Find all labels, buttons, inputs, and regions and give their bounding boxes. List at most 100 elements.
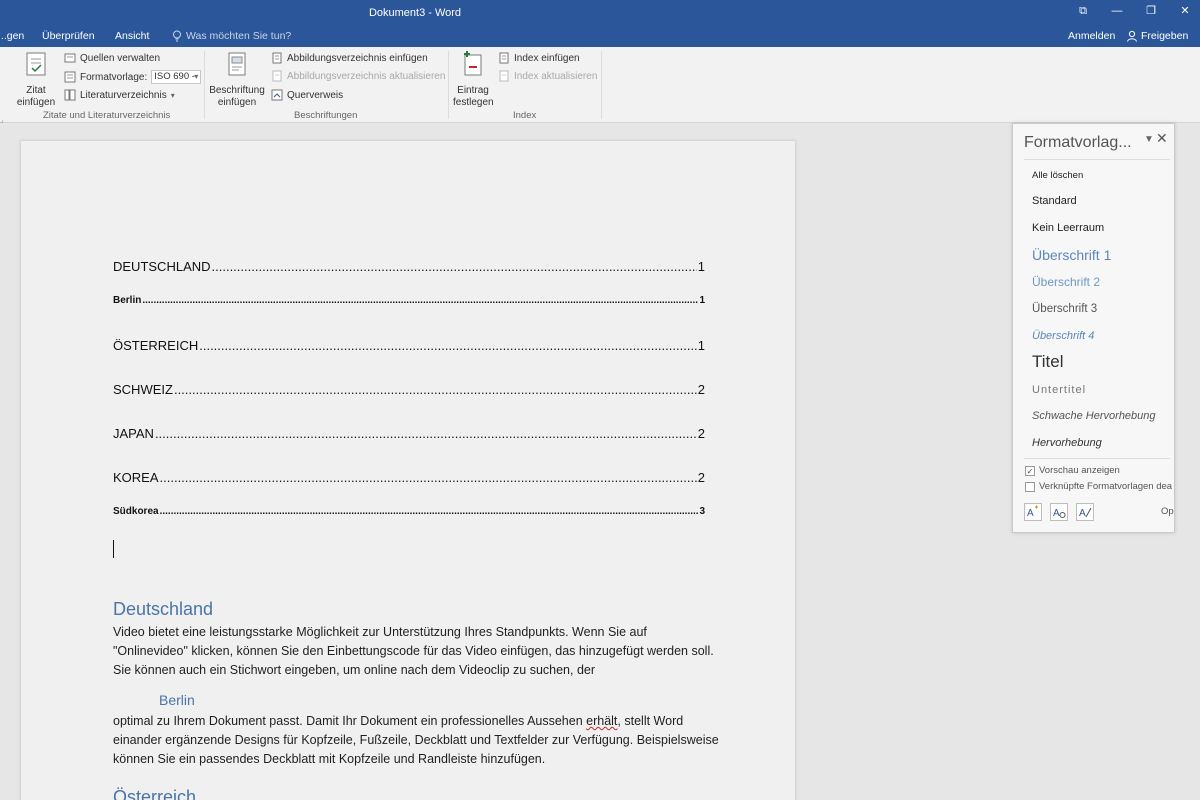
index-icon: [499, 52, 509, 64]
toc-leader-dots: [160, 506, 699, 517]
scrollbar[interactable]: [1186, 123, 1200, 800]
style-item[interactable]: Alle löschen: [1032, 170, 1083, 181]
toc-page-number: 1: [697, 259, 705, 274]
lightbulb-icon: [173, 30, 181, 42]
svg-text:A: A: [1027, 508, 1034, 519]
toc-entry-label: DEUTSCHLAND: [113, 259, 211, 274]
toc-leader-dots: [155, 426, 697, 441]
update-table-button[interactable]: Abbildungsverzeichnis aktualisieren: [271, 70, 445, 82]
new-style-button[interactable]: A: [1024, 503, 1042, 521]
heading-deutschland[interactable]: Deutschland: [113, 599, 213, 620]
toc-entry[interactable]: SCHWEIZ 2: [113, 382, 705, 397]
style-item[interactable]: Überschrift 1: [1032, 247, 1111, 263]
style-item[interactable]: Hervorhebung: [1032, 437, 1102, 449]
citation-icon: [26, 52, 46, 76]
toc-entry-label: Berlin: [113, 295, 142, 306]
cross-reference-button[interactable]: Querverweis: [271, 89, 343, 101]
bibliography-label: Literaturverzeichnis: [80, 89, 167, 101]
heading-oesterreich[interactable]: Österreich: [113, 787, 196, 800]
toc-leader-dots: [212, 259, 697, 274]
paragraph-1[interactable]: Video bietet eine leistungsstarke Möglic…: [113, 623, 723, 680]
toc-entry[interactable]: Südkorea 3: [113, 506, 705, 517]
toc-entry-label: Südkorea: [113, 506, 159, 517]
manage-styles-button[interactable]: A: [1076, 503, 1094, 521]
mark-entry-button[interactable]: Eintrag festlegen: [450, 51, 496, 109]
style-inspector-button[interactable]: A: [1050, 503, 1068, 521]
manage-sources-label: Quellen verwalten: [80, 52, 161, 64]
paragraph-2[interactable]: optimal zu Ihrem Dokument passt. Damit I…: [113, 712, 723, 769]
toc-entry[interactable]: Berlin 1: [113, 295, 705, 306]
mark-entry-icon: [464, 51, 482, 76]
tab-references-partial[interactable]: ...gen: [0, 30, 24, 42]
style-item[interactable]: Titel: [1032, 352, 1064, 372]
paragraph-2-start: optimal zu Ihrem Dokument passt. Damit I…: [113, 714, 587, 728]
update-table-icon: [272, 70, 282, 82]
style-item[interactable]: Untertitel: [1032, 384, 1086, 396]
toc-leader-dots: [160, 470, 697, 485]
toc-page-number: 1: [697, 338, 705, 353]
index-group-label: Index: [513, 110, 537, 121]
ribbon-separator: [448, 51, 449, 119]
spelling-flag[interactable]: erhält: [586, 714, 617, 728]
style-item[interactable]: Überschrift 4: [1032, 330, 1094, 342]
window-controls: ⧉ — ❐ ✕: [1074, 4, 1194, 18]
tell-me-box[interactable]: Was möchten Sie tun?: [172, 30, 291, 42]
linked-styles-label: Verknüpfte Formatvorlagen dea: [1039, 481, 1173, 492]
insert-citation-label: Zitat einfügen: [16, 85, 56, 108]
pane-menu-icon[interactable]: ▼: [1144, 134, 1154, 145]
ribbon: ⌟ Zitat einfügen Quellen verwalten Forma…: [0, 47, 1200, 124]
toc-leader-dots: [142, 295, 698, 306]
group-launcher-icon[interactable]: ⌟: [0, 115, 4, 124]
citation-style-dropdown[interactable]: ISO 690 -: [151, 70, 202, 84]
insert-index-button[interactable]: Index einfügen: [498, 52, 580, 64]
show-preview-row[interactable]: ✓ Vorschau anzeigen: [1025, 465, 1120, 476]
style-item[interactable]: Schwache Hervorhebung: [1032, 410, 1156, 422]
bibliography-icon: [64, 89, 76, 101]
new-style-icon: A: [1027, 505, 1038, 519]
tab-view[interactable]: Ansicht: [115, 30, 149, 42]
toc-entry-label: SCHWEIZ: [113, 382, 173, 397]
options-link[interactable]: Op: [1161, 506, 1174, 517]
toc-entry[interactable]: ÖSTERREICH 1: [113, 338, 705, 353]
toc-leader-dots: [174, 382, 697, 397]
document-page[interactable]: DEUTSCHLAND1Berlin1ÖSTERREICH1SCHWEIZ2JA…: [20, 140, 796, 800]
ribbon-display-icon[interactable]: ⧉: [1074, 4, 1092, 18]
insert-table-of-figures-button[interactable]: Abbildungsverzeichnis einfügen: [271, 52, 428, 64]
sign-in-link[interactable]: Anmelden: [1068, 30, 1115, 42]
style-item[interactable]: Überschrift 3: [1032, 303, 1097, 315]
manage-sources-button[interactable]: Quellen verwalten: [64, 52, 160, 64]
tell-me-text: Was möchten Sie tun?: [186, 30, 292, 42]
show-preview-label: Vorschau anzeigen: [1039, 465, 1120, 476]
tab-review[interactable]: Überprüfen: [42, 30, 95, 42]
update-index-label: Index aktualisieren: [514, 70, 598, 82]
style-item[interactable]: Überschrift 2: [1032, 275, 1100, 289]
show-preview-checkbox[interactable]: ✓: [1025, 465, 1035, 476]
restore-icon[interactable]: ❐: [1142, 4, 1160, 18]
toc-entry[interactable]: KOREA 2: [113, 470, 705, 485]
title-bar: Dokument3 - Word ...gen Überprüfen Ansic…: [0, 0, 1200, 47]
style-item[interactable]: Kein Leerraum: [1032, 222, 1104, 234]
toc-page-number: 3: [699, 506, 705, 517]
linked-styles-row[interactable]: Verknüpfte Formatvorlagen dea: [1025, 481, 1172, 492]
minimize-icon[interactable]: —: [1108, 4, 1126, 18]
chevron-down-icon: ▾: [170, 90, 175, 100]
bibliography-button[interactable]: Literaturverzeichnis ▾: [64, 89, 175, 101]
heading-berlin[interactable]: Berlin: [159, 692, 195, 708]
insert-table-of-figures-label: Abbildungsverzeichnis einfügen: [287, 52, 428, 64]
update-index-icon: [499, 70, 509, 82]
linked-styles-checkbox[interactable]: [1025, 481, 1035, 492]
style-item[interactable]: Standard: [1032, 195, 1077, 207]
toc-entry[interactable]: JAPAN 2: [113, 426, 705, 441]
citation-style-label: Formatvorlage:: [80, 71, 148, 83]
insert-caption-button[interactable]: Beschriftung einfügen: [208, 51, 266, 109]
svg-text:A: A: [1053, 508, 1060, 519]
insert-citation-button[interactable]: Zitat einfügen: [12, 51, 60, 109]
ribbon-separator: [601, 51, 602, 119]
update-table-label: Abbildungsverzeichnis aktualisieren: [287, 70, 446, 82]
share-button[interactable]: Freigeben: [1126, 30, 1188, 42]
close-icon[interactable]: ✕: [1176, 4, 1194, 18]
update-index-button[interactable]: Index aktualisieren: [498, 70, 597, 82]
style-inspector-icon: A: [1053, 508, 1066, 519]
toc-entry[interactable]: DEUTSCHLAND 1: [113, 259, 705, 274]
close-icon[interactable]: ✕: [1156, 130, 1168, 147]
